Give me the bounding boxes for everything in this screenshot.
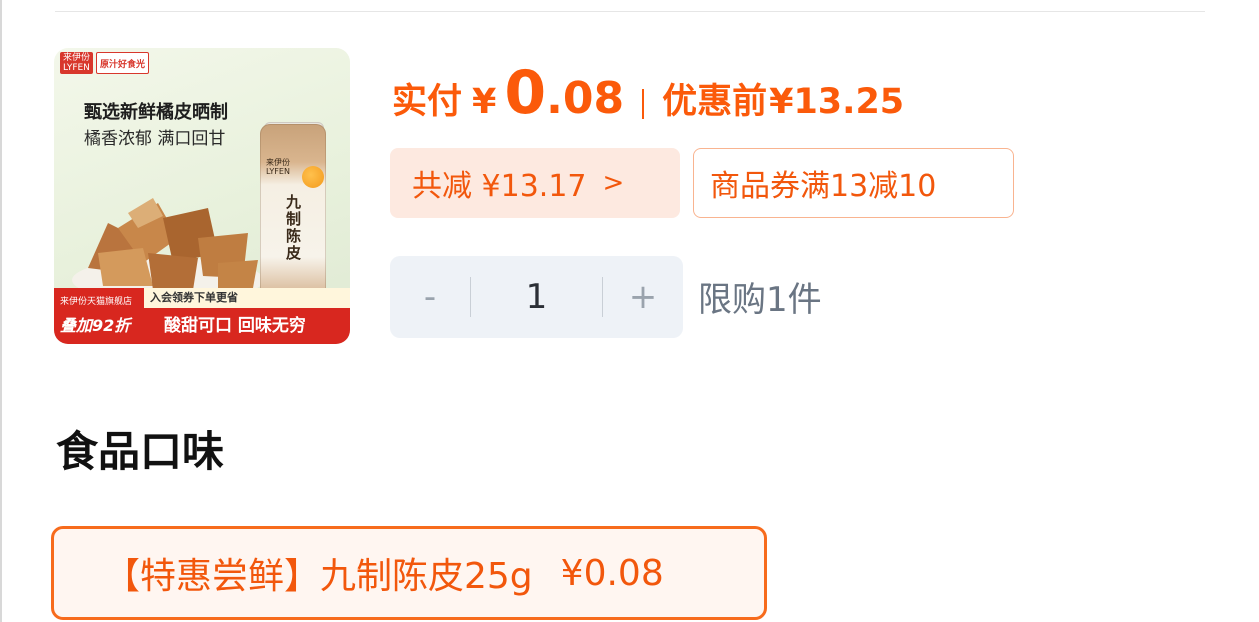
top-divider (55, 11, 1205, 12)
image-subline: 橘香浓郁 满口回甘 (84, 129, 226, 149)
stacked-discount: 叠加92折 (60, 316, 131, 335)
decrease-quantity-button[interactable]: - (390, 277, 470, 317)
actual-pay-decimal: .08 (546, 73, 625, 124)
jar-brand: 来伊份 LYFEN (266, 158, 290, 176)
image-promo-bar: 来伊份天猫旗舰店 叠加92折 入会领券下单更省 酸甜可口 回味无穷 (54, 288, 350, 344)
window-edge (0, 0, 2, 622)
jar-brand-cn: 来伊份 (266, 158, 290, 167)
chevron-right-icon: > (602, 168, 625, 198)
brand-logos: 来伊份 LYFEN 原汁好食光 (60, 52, 150, 74)
total-discount-button[interactable]: 共减 ¥13.17 > (390, 148, 680, 218)
flavor-section-title: 食品口味 (56, 427, 225, 476)
brand-name: 来伊份 (63, 53, 91, 63)
increase-quantity-button[interactable]: + (603, 277, 683, 317)
price-separator (642, 89, 645, 119)
orange-icon (302, 166, 324, 188)
original-price: ¥13.25 (769, 82, 905, 122)
image-headline: 甄选新鲜橘皮晒制 (84, 102, 228, 123)
coupon-badge[interactable]: 商品券满13减10 (693, 148, 1014, 218)
currency-symbol: ¥ (472, 82, 497, 122)
flavor-option-price: ¥0.08 (560, 552, 664, 594)
dried-peel-pile-illustration (72, 198, 264, 302)
brand-name-en: LYFEN (63, 63, 90, 73)
brand-logo-primary: 来伊份 LYFEN (60, 52, 94, 74)
quantity-value[interactable]: 1 (471, 277, 602, 317)
actual-pay-integer: 0 (504, 58, 547, 128)
product-image[interactable]: 来伊份 LYFEN 原汁好食光 甄选新鲜橘皮晒制 橘香浓郁 满口回甘 来伊份 L… (54, 48, 350, 344)
jar-product-name: 九制陈皮 (286, 193, 302, 262)
image-slogan: 酸甜可口 回味无穷 (144, 308, 350, 344)
store-name: 来伊份天猫旗舰店 (60, 297, 133, 307)
flavor-option-selected[interactable]: 【特惠尝鲜】九制陈皮25g ¥0.08 (51, 526, 767, 620)
coupon-label: 商品券满13减10 (710, 169, 937, 204)
actual-pay-label: 实付 (392, 82, 463, 122)
original-price-label: 优惠前 (662, 82, 768, 122)
brand-logo-secondary: 原汁好食光 (96, 52, 150, 74)
store-tag: 来伊份天猫旗舰店 叠加92折 (54, 288, 144, 344)
quantity-stepper: - 1 + (390, 256, 683, 338)
member-promo: 入会领券下单更省 (144, 288, 350, 308)
price-row: 实付 ¥ 0 .08 优惠前 ¥13.25 (392, 58, 904, 138)
purchase-limit: 限购1件 (698, 280, 822, 320)
flavor-option-label: 【特惠尝鲜】九制陈皮25g (104, 556, 533, 597)
total-discount-label: 共减 ¥13.17 (412, 169, 587, 204)
jar-brand-en: LYFEN (266, 167, 290, 176)
